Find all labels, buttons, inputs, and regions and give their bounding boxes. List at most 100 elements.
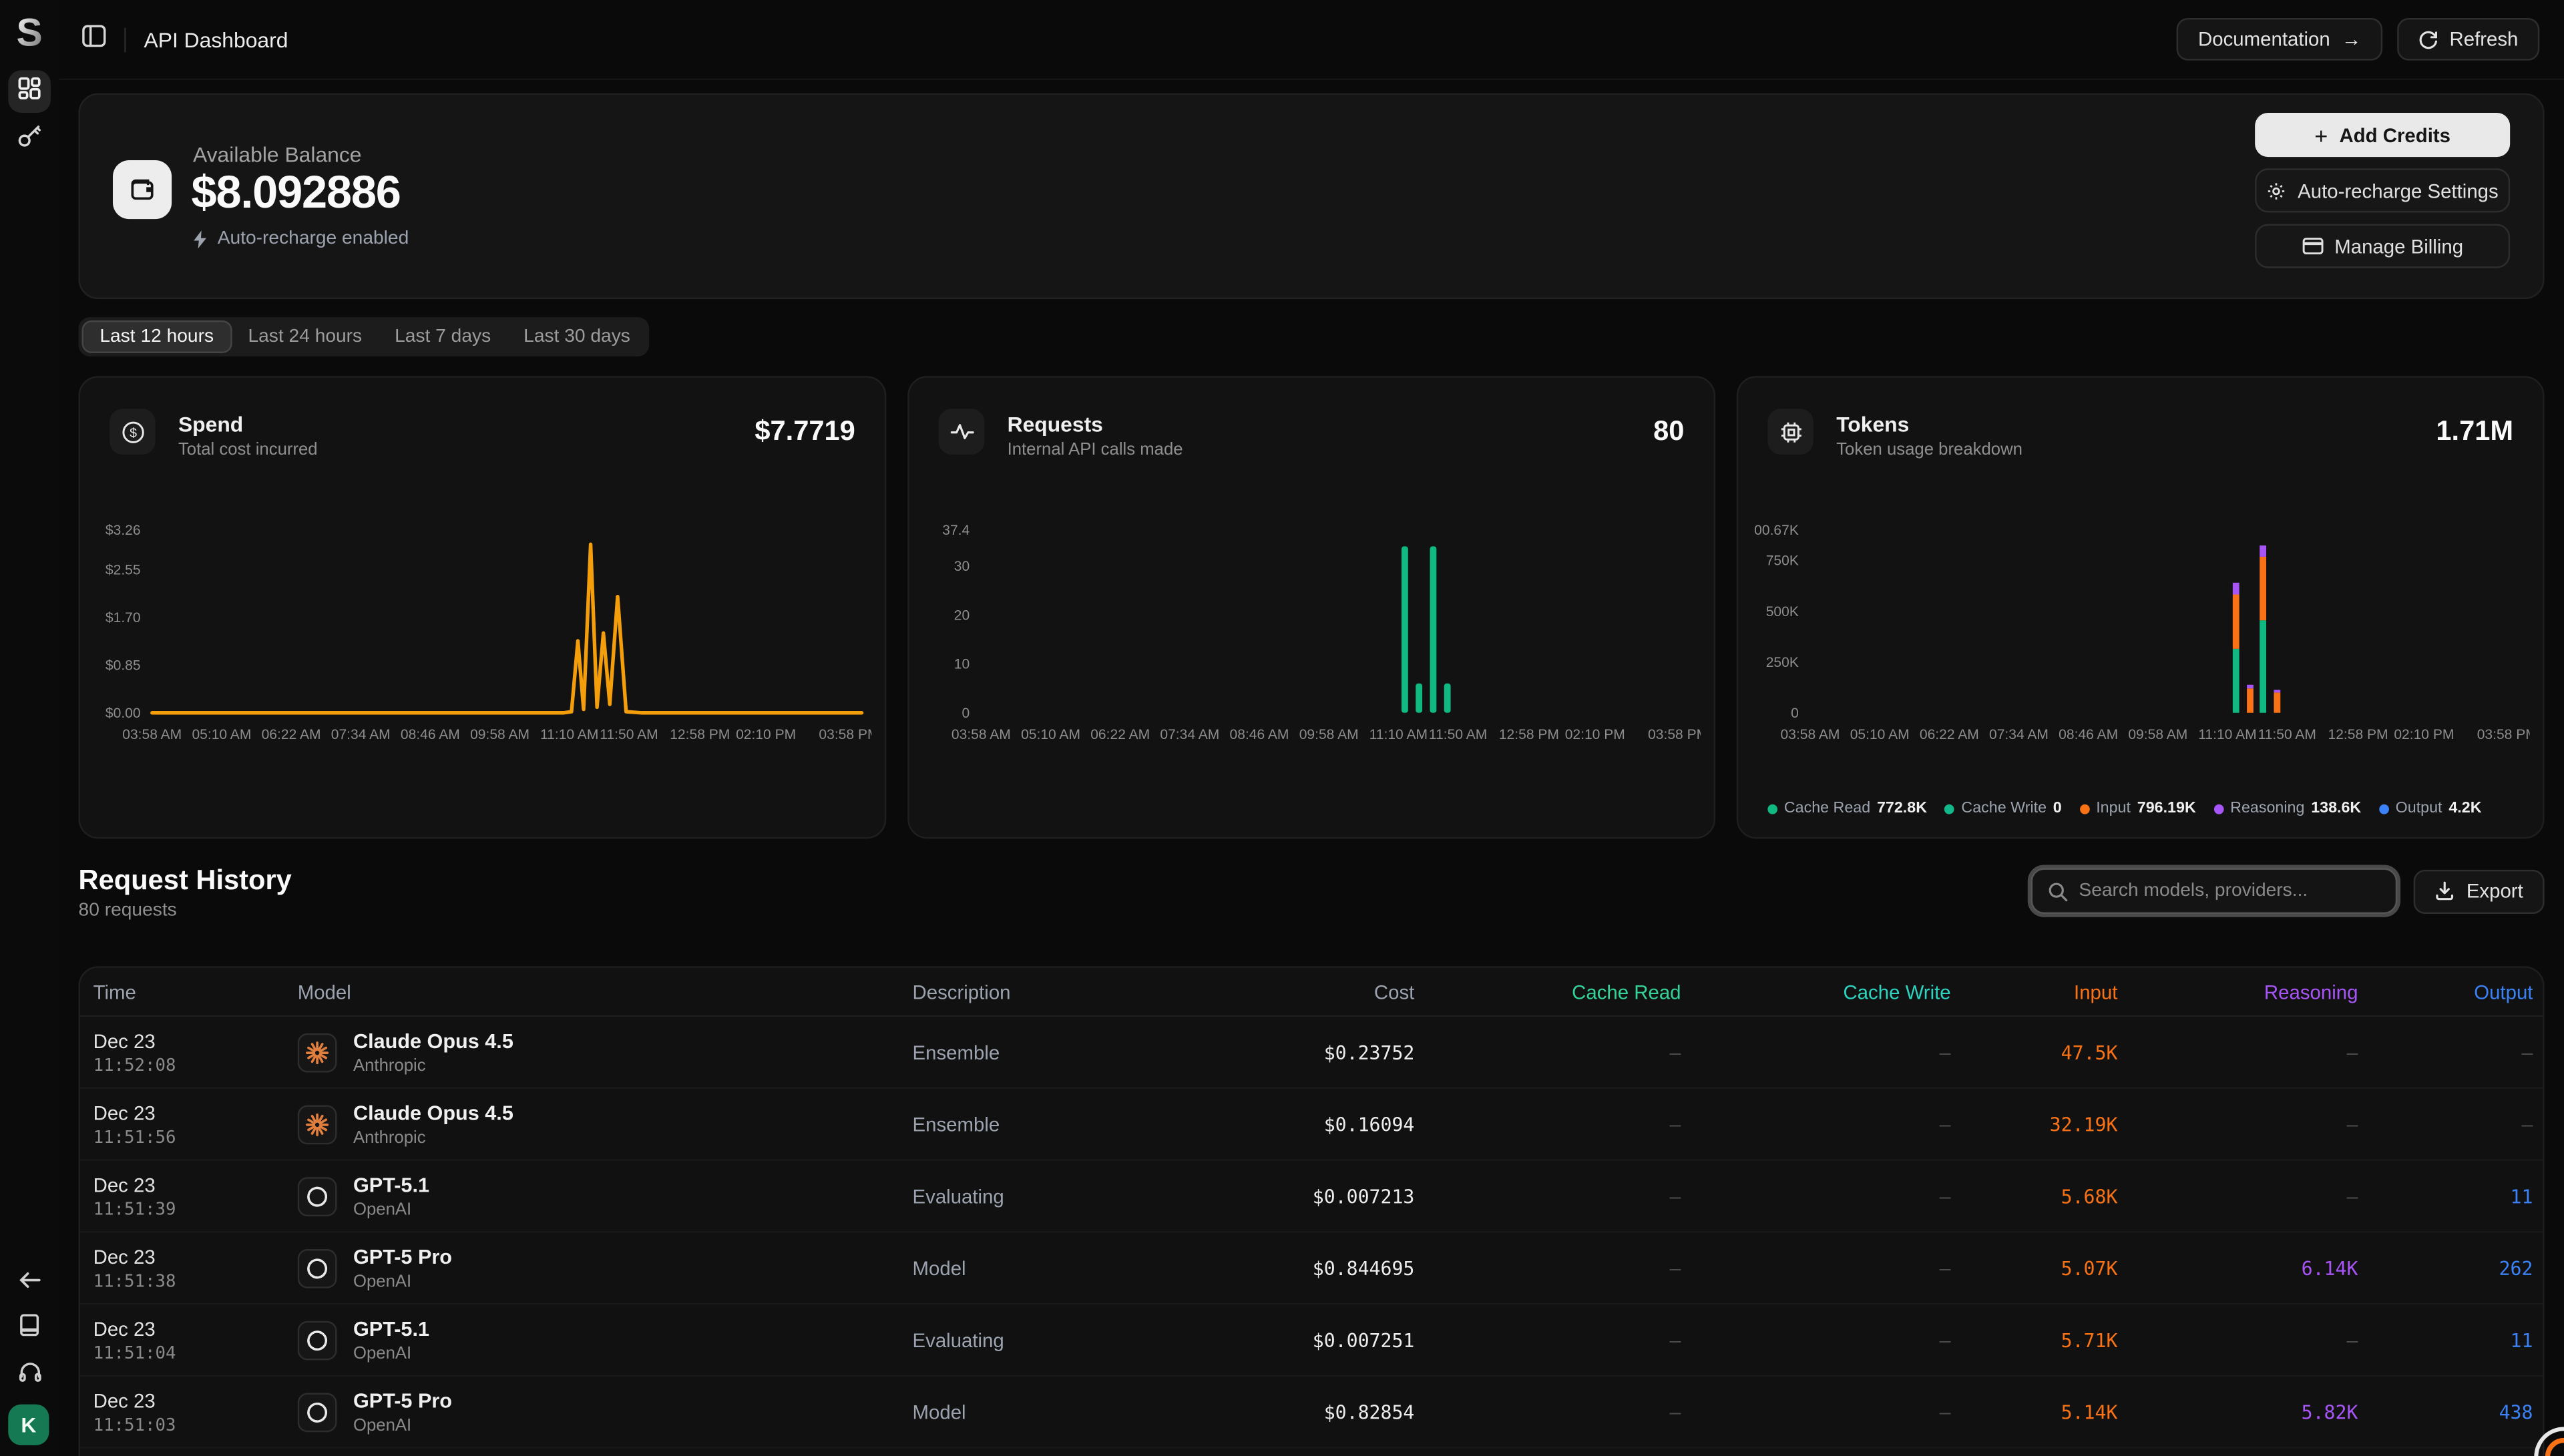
table-row[interactable]: Dec 2311:51:39GPT-5.1OpenAIEvaluating$0.… [80, 1161, 2543, 1233]
svg-text:11:50 AM: 11:50 AM [1429, 727, 1487, 742]
cell-output: 262 [2358, 1256, 2533, 1279]
column-header-reasoning: Reasoning [2117, 980, 2358, 1003]
cell-cache_write: — [1681, 1328, 1951, 1351]
sidebar-item-support[interactable] [0, 1361, 59, 1392]
svg-text:05:10 AM: 05:10 AM [1021, 727, 1080, 742]
documentation-button[interactable]: Documentation → [2177, 18, 2382, 61]
anthropic-logo-icon [298, 1033, 337, 1072]
tokens-card: Tokens Token usage breakdown 1.71M 0250K… [1737, 376, 2545, 838]
svg-text:08:46 AM: 08:46 AM [2059, 727, 2118, 742]
tab-last-7-days[interactable]: Last 7 days [379, 320, 507, 353]
cell-input: 5.14K [1951, 1401, 2118, 1423]
cell-description: Ensemble [913, 1113, 1174, 1136]
sidebar-item-api-keys[interactable] [0, 123, 59, 157]
table-row[interactable]: Dec 2311:51:04GPT-5.1OpenAIEvaluating$0.… [80, 1304, 2543, 1377]
export-button[interactable]: Export [2414, 869, 2544, 913]
tab-last-12-hours[interactable]: Last 12 hours [81, 320, 232, 353]
svg-text:02:10 PM: 02:10 PM [2394, 727, 2454, 742]
request-history-table: TimeModelDescriptionCostCache ReadCache … [79, 966, 2545, 1456]
cell-model: GPT-5.1OpenAI [298, 1173, 913, 1219]
svg-text:03:58 AM: 03:58 AM [951, 727, 1011, 742]
svg-text:10: 10 [954, 657, 970, 672]
svg-text:07:34 AM: 07:34 AM [1989, 727, 2049, 742]
table-row[interactable]: Dec 23GPT-5.1OpenAIEvaluating$0.013681——… [80, 1449, 2543, 1456]
time-range-tabs: Last 12 hoursLast 24 hoursLast 7 daysLas… [79, 317, 650, 356]
cell-input: 47.5K [1951, 1041, 2118, 1063]
svg-text:09:58 AM: 09:58 AM [470, 727, 529, 742]
auto-recharge-settings-button[interactable]: Auto-recharge Settings [2255, 168, 2510, 212]
legend-item: Reasoning138.6K [2214, 800, 2362, 818]
column-header-cost: Cost [1174, 980, 1414, 1003]
cell-output: 11 [2358, 1184, 2533, 1207]
spend-card: $ Spend Total cost incurred $7.7719 $0.0… [79, 376, 887, 838]
legend-dot-icon [2080, 804, 2090, 814]
column-header-time: Time [93, 980, 298, 1003]
sidebar-item-back[interactable] [0, 1268, 59, 1300]
cell-cache_read: — [1414, 1401, 1681, 1423]
cell-cost: $0.007213 [1174, 1184, 1414, 1207]
plus-icon: + [2314, 122, 2328, 148]
tokens-legend: Cache Read772.8KCache Write0Input796.19K… [1767, 800, 2481, 818]
svg-text:12:58 PM: 12:58 PM [670, 727, 730, 742]
tab-last-24-hours[interactable]: Last 24 hours [232, 320, 379, 353]
table-row[interactable]: Dec 2311:51:03GPT-5 ProOpenAIModel$0.828… [80, 1377, 2543, 1449]
openai-logo-icon [298, 1248, 337, 1288]
table-row[interactable]: Dec 2311:52:08Claude Opus 4.5AnthropicEn… [80, 1017, 2543, 1089]
cell-description: Model [913, 1256, 1174, 1279]
table-row[interactable]: Dec 2311:51:38GPT-5 ProOpenAIModel$0.844… [80, 1233, 2543, 1305]
svg-text:08:46 AM: 08:46 AM [401, 727, 460, 742]
svg-text:250K: 250K [1766, 655, 1799, 670]
stat-cards: $ Spend Total cost incurred $7.7719 $0.0… [79, 376, 2545, 838]
floating-widget[interactable] [2521, 1414, 2564, 1456]
bolt-icon [193, 230, 208, 248]
sidebar-item-docs[interactable] [0, 1313, 59, 1346]
spend-value: $7.7719 [755, 415, 855, 448]
refresh-button[interactable]: Refresh [2397, 18, 2539, 61]
cell-cache_write: — [1681, 1041, 1951, 1063]
add-credits-button[interactable]: + Add Credits [2255, 113, 2510, 157]
svg-text:02:10 PM: 02:10 PM [736, 727, 796, 742]
openai-logo-icon [298, 1320, 337, 1360]
cell-description: Evaluating [913, 1184, 1174, 1207]
requests-value: 80 [1653, 415, 1684, 448]
svg-text:20: 20 [954, 608, 970, 623]
svg-text:09:58 AM: 09:58 AM [1299, 727, 1359, 742]
cell-description: Model [913, 1401, 1174, 1423]
svg-text:11:50 AM: 11:50 AM [2258, 727, 2316, 742]
user-avatar[interactable]: K [8, 1405, 49, 1445]
brand-logo-icon[interactable]: S [10, 10, 49, 56]
legend-dot-icon [1767, 804, 1777, 814]
requests-chart: 010203037.403:58 AM05:10 AM06:22 AM07:34… [925, 518, 1697, 750]
manage-billing-button[interactable]: Manage Billing [2255, 224, 2510, 268]
credit-card-icon [2302, 237, 2323, 255]
tab-last-30-days[interactable]: Last 30 days [507, 320, 647, 353]
cell-description: Ensemble [913, 1041, 1174, 1063]
cell-cache_read: — [1414, 1328, 1681, 1351]
key-icon [16, 123, 42, 157]
svg-text:11:10 AM: 11:10 AM [1369, 727, 1428, 742]
cell-output: 11 [2358, 1328, 2533, 1351]
search-input[interactable] [2079, 870, 2386, 913]
cell-time: Dec 2311:51:56 [93, 1101, 298, 1147]
svg-text:03:58 PM: 03:58 PM [819, 727, 871, 742]
cell-cost: $0.844695 [1174, 1256, 1414, 1279]
svg-text:500K: 500K [1766, 604, 1799, 620]
download-icon [2435, 881, 2454, 901]
cell-reasoning: — [2117, 1113, 2358, 1136]
column-header-cache_read: Cache Read [1414, 980, 1681, 1003]
cell-reasoning: 6.14K [2117, 1256, 2358, 1279]
search-box [2031, 868, 2398, 914]
topbar-divider [124, 27, 126, 51]
cell-output: 438 [2358, 1401, 2533, 1423]
anthropic-logo-icon [298, 1104, 337, 1144]
panel-toggle-icon[interactable] [81, 24, 106, 55]
dashboard-grid-icon [18, 76, 41, 107]
sidebar-item-dashboard[interactable] [8, 70, 51, 113]
spend-chart: $0.00$0.85$1.70$2.55$3.2603:58 AM05:10 A… [96, 518, 868, 750]
cell-cache_read: — [1414, 1256, 1681, 1279]
legend-item: Cache Read772.8K [1767, 800, 1927, 818]
cell-description: Evaluating [913, 1328, 1174, 1351]
cell-input: 5.07K [1951, 1256, 2118, 1279]
cell-time: Dec 2311:52:08 [93, 1029, 298, 1075]
table-row[interactable]: Dec 2311:51:56Claude Opus 4.5AnthropicEn… [80, 1089, 2543, 1161]
